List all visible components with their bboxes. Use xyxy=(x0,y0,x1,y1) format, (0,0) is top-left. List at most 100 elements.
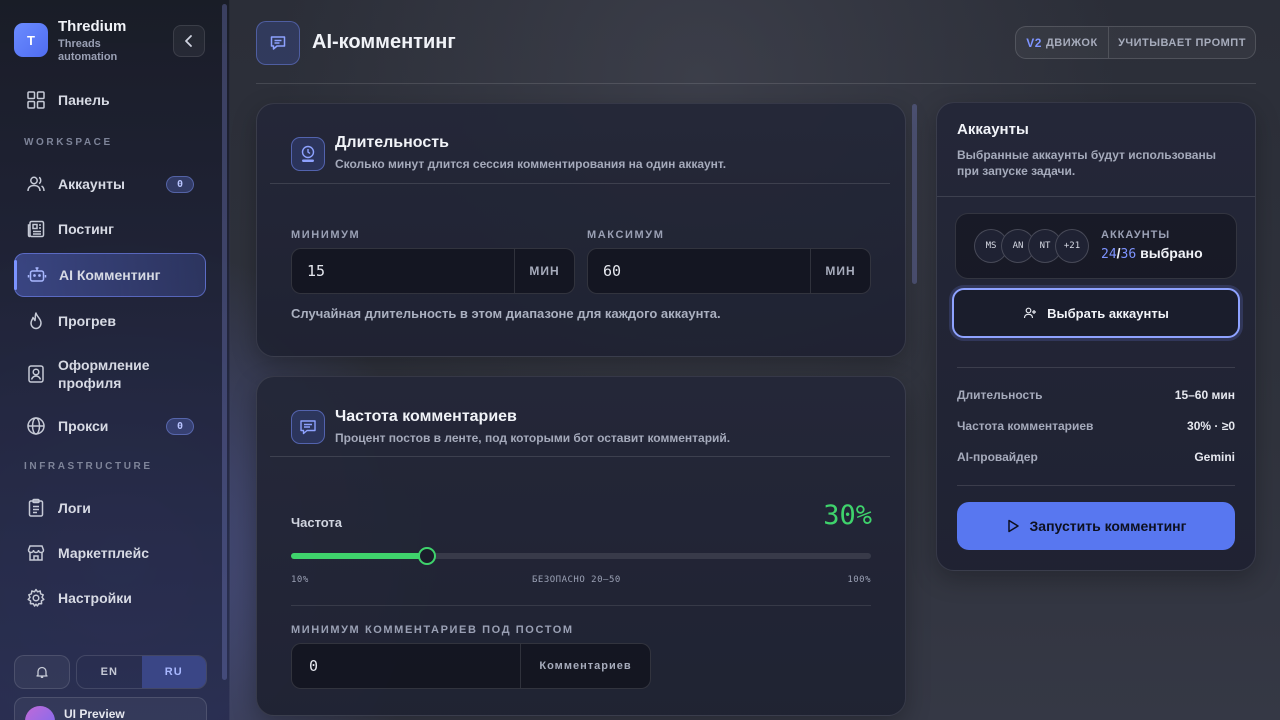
frequency-card-icon xyxy=(291,410,325,444)
collapse-sidebar-button[interactable] xyxy=(173,25,205,57)
user-plus-icon xyxy=(1024,307,1037,319)
sidebar: T Thredium Threads automation Панель WOR… xyxy=(0,0,230,720)
accounts-selected-count: 24/36 выбрано xyxy=(1101,245,1203,262)
brand-subtitle: Threads automation xyxy=(58,38,118,63)
frequency-slider-handle[interactable] xyxy=(418,547,436,565)
slider-tick-min: 10% xyxy=(291,575,309,585)
globe-icon xyxy=(27,417,45,435)
sidebar-item-label: Прогрев xyxy=(58,313,116,329)
brand-logo: T xyxy=(14,23,48,57)
accounts-summary-label: АККАУНТЫ xyxy=(1101,229,1171,241)
sidebar-item-logs[interactable]: Логи xyxy=(14,486,206,530)
min-duration-field: МИН xyxy=(291,248,575,294)
selected-accounts-summary: MS AN NT +21 АККАУНТЫ 24/36 выбрано xyxy=(955,213,1237,279)
sidebar-item-label: Аккаунты xyxy=(58,176,125,192)
duration-subtitle: Сколько минут длится сессия комментирова… xyxy=(335,157,727,171)
min-duration-input[interactable] xyxy=(292,249,514,293)
sidebar-item-ai-commenting[interactable]: AI Комментинг xyxy=(14,253,206,297)
min-comments-unit: Комментариев xyxy=(520,644,650,688)
timer-icon xyxy=(301,145,315,162)
sidebar-item-proxies[interactable]: Прокси 0 xyxy=(14,404,206,448)
gear-icon xyxy=(27,588,45,607)
sidebar-scrollbar[interactable] xyxy=(222,4,227,680)
engine-version: V2 xyxy=(1026,35,1042,50)
max-duration-label: МАКСИМУМ xyxy=(587,229,665,241)
slider-tick-safe-range: БЕЗОПАСНО 20–50 xyxy=(532,575,621,585)
min-comments-input[interactable] xyxy=(292,644,520,688)
frequency-title: Частота комментариев xyxy=(335,408,517,425)
avatar-more-count: +21 xyxy=(1055,229,1089,263)
selected-count: 24 xyxy=(1101,247,1117,262)
stat-value: 30% · ≥0 xyxy=(1187,419,1235,433)
stat-value: Gemini xyxy=(1194,450,1235,464)
duration-title: Длительность xyxy=(335,134,449,151)
sidebar-item-profile-design[interactable]: Оформление профиля xyxy=(14,352,206,396)
prompt-pill: УЧИТЫВАЕТ ПРОМПТ xyxy=(1118,36,1246,49)
card-divider xyxy=(957,485,1235,486)
chat-icon xyxy=(270,36,286,50)
bot-icon xyxy=(27,267,47,282)
play-icon xyxy=(1007,519,1019,533)
proxies-count-badge: 0 xyxy=(166,418,194,435)
max-duration-input[interactable] xyxy=(588,249,810,293)
max-duration-unit: МИН xyxy=(810,249,870,293)
sidebar-item-label: Постинг xyxy=(58,221,114,237)
section-label-workspace: WORKSPACE xyxy=(24,137,113,148)
sidebar-item-marketplace[interactable]: Маркетплейс xyxy=(14,531,206,575)
page-icon xyxy=(256,21,300,65)
min-duration-label: МИНИМУМ xyxy=(291,229,361,241)
stat-key: AI-провайдер xyxy=(957,450,1038,464)
sidebar-item-label: Логи xyxy=(58,500,91,516)
brand: T Thredium Threads automation xyxy=(14,18,138,64)
start-commenting-label: Запустить комментинг xyxy=(1029,518,1187,534)
section-label-infrastructure: INFRASTRUCTURE xyxy=(24,461,153,472)
slider-tick-max: 100% xyxy=(847,575,871,585)
sidebar-item-label: Маркетплейс xyxy=(58,545,149,561)
frequency-slider[interactable] xyxy=(291,547,871,565)
frequency-divider xyxy=(291,605,871,606)
sidebar-item-posting[interactable]: Постинг xyxy=(14,207,206,251)
engine-label: ДВИЖОК xyxy=(1045,36,1098,49)
duration-hint: Случайная длительность в этом диапазоне … xyxy=(291,306,721,321)
frequency-slider-fill xyxy=(291,553,427,559)
clipboard-list-icon xyxy=(28,498,44,517)
sidebar-item-dashboard[interactable]: Панель xyxy=(14,78,206,122)
total-count: 36 xyxy=(1120,247,1137,262)
min-comments-field: Комментариев xyxy=(291,643,651,689)
brand-name: Thredium xyxy=(58,18,127,35)
selected-word: выбрано xyxy=(1140,245,1203,261)
sidebar-item-settings[interactable]: Настройки xyxy=(14,576,206,620)
main-scrollbar[interactable] xyxy=(912,104,917,284)
chevron-left-icon xyxy=(185,35,192,47)
user-profile-card[interactable]: UI Preview xyxy=(14,697,207,720)
accounts-panel-subtitle: Выбранные аккаунты будут использованы пр… xyxy=(957,148,1216,178)
start-commenting-button[interactable]: Запустить комментинг xyxy=(957,502,1235,550)
card-divider xyxy=(270,456,890,457)
stat-value: 15–60 мин xyxy=(1174,388,1235,402)
sidebar-item-accounts[interactable]: Аккаунты 0 xyxy=(14,162,206,206)
sidebar-item-label: Прокси xyxy=(58,418,109,434)
stat-key: Частота комментариев xyxy=(957,419,1094,433)
card-divider xyxy=(270,183,890,184)
select-accounts-button[interactable]: Выбрать аккаунты xyxy=(952,288,1240,338)
avatar xyxy=(25,706,55,720)
max-duration-field: МИН xyxy=(587,248,871,294)
lang-en-button[interactable]: EN xyxy=(77,656,142,688)
min-comments-label: МИНИМУМ КОММЕНТАРИЕВ ПОД ПОСТОМ xyxy=(291,624,574,636)
frequency-subtitle: Процент постов в ленте, под которыми бот… xyxy=(335,431,731,445)
frequency-value: 30% xyxy=(823,500,872,531)
sidebar-item-label: Настройки xyxy=(58,590,132,606)
page-title: AI-комментинг xyxy=(312,31,456,53)
bell-icon xyxy=(36,666,48,678)
card-divider xyxy=(957,367,1235,368)
sidebar-item-warmup[interactable]: Прогрев xyxy=(14,299,206,343)
notifications-button[interactable] xyxy=(14,655,70,689)
lang-ru-button[interactable]: RU xyxy=(141,656,206,688)
select-accounts-label: Выбрать аккаунты xyxy=(1047,305,1169,321)
chat-icon xyxy=(300,420,316,435)
newspaper-icon xyxy=(27,220,45,238)
accounts-panel-title: Аккаунты xyxy=(957,121,1029,138)
users-icon xyxy=(27,176,45,192)
min-duration-unit: МИН xyxy=(514,249,574,293)
user-name: UI Preview xyxy=(64,707,125,720)
